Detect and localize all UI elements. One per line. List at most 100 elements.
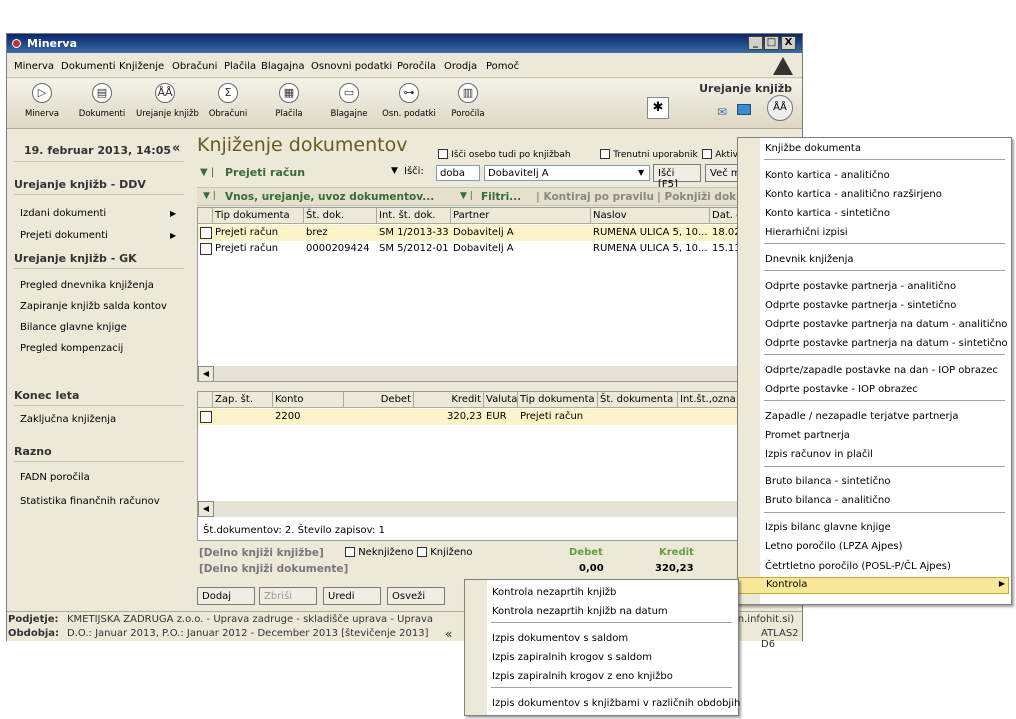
opt-search-users[interactable]: Išči osebo tudi po knjižbah <box>438 149 571 160</box>
row-checkbox[interactable] <box>200 411 212 423</box>
sidebar-item-fadn[interactable]: FADN poročila <box>20 472 90 483</box>
collapse-button[interactable]: « <box>172 141 180 156</box>
keyboard-icon[interactable] <box>737 104 751 115</box>
row-checkbox[interactable] <box>200 243 212 255</box>
column-header[interactable]: Partner <box>451 208 591 224</box>
menu-item[interactable]: Odprte postavke partnerja na datum - ana… <box>765 319 1007 330</box>
menu-item[interactable]: Izpis zapiralnih krogov z eno knjižbo <box>492 671 673 682</box>
column-header[interactable]: Int. št. dok. <box>377 208 451 224</box>
search-field-select[interactable]: doba <box>436 165 480 181</box>
menu-item[interactable]: Izpis bilanc glavne knjige <box>765 522 891 533</box>
menu-item[interactable]: Odprte postavke - IOP obrazec <box>765 384 918 395</box>
horizontal-scrollbar[interactable]: ◀ <box>198 501 741 517</box>
menu-item[interactable]: Konto kartica - analitično razširjeno <box>765 189 942 200</box>
menu-item[interactable]: Kontrola nezaprtih knjižb na datum <box>492 606 668 617</box>
column-header[interactable]: Kredit <box>414 392 484 408</box>
column-header[interactable]: Zap. št. <box>213 392 273 408</box>
menu-blagajna[interactable]: Blagajna <box>261 61 305 72</box>
maximize-button[interactable]: □ <box>764 36 779 50</box>
menu-item[interactable]: Promet partnerja <box>765 430 850 441</box>
sidebar-item-zakljucna[interactable]: Zaključna knjiženja <box>20 414 116 425</box>
column-header[interactable]: Tip dokumenta <box>213 208 304 224</box>
sidebar-item-statistika[interactable]: Statistika finančnih računov <box>20 496 160 507</box>
menu-item[interactable]: Bruto bilanca - analitično <box>765 495 890 506</box>
menu-item[interactable]: Dnevnik knjiženja <box>765 254 854 265</box>
menu-item[interactable]: Kontrola nezaprtih knjižb <box>492 587 616 598</box>
partial-post-entries[interactable]: [Delno knjiži knjižbe] <box>199 547 324 559</box>
toolbar-porocila[interactable]: ▥ Poročila <box>439 83 497 119</box>
menu-item[interactable]: Knjižbe dokumenta <box>765 143 861 154</box>
rule-action[interactable]: | Kontiraj po pravilu <box>536 191 654 203</box>
menu-item[interactable]: Izpis računov in plačil <box>765 449 873 460</box>
users-icon[interactable]: ÅÅ <box>767 95 793 121</box>
column-header[interactable]: Št. dokumenta <box>598 392 678 408</box>
refresh-button[interactable]: Osveži <box>387 587 445 605</box>
menu-item[interactable]: Letno poročilo (LPZA Ajpes) <box>765 541 903 552</box>
menu-item[interactable]: Izpis dokumentov s saldom <box>492 633 628 644</box>
toolbar-minerva[interactable]: ▷ Minerva <box>13 83 71 119</box>
title-bar[interactable]: Minerva _ □ X <box>7 34 802 53</box>
row-checkbox[interactable] <box>200 227 212 239</box>
menu-item[interactable]: Konto kartica - analitično <box>765 170 890 181</box>
entry-action[interactable]: Vnos, urejanje, uvoz dokumentov... <box>225 191 434 203</box>
toolbar-blagajne[interactable]: ▭ Blagajne <box>320 83 378 119</box>
checkbox[interactable] <box>345 547 355 557</box>
checkbox[interactable] <box>417 547 427 557</box>
search-input[interactable]: Dobavitelj A <box>484 165 650 181</box>
menu-item[interactable]: Hierarhični izpisi <box>765 227 848 238</box>
sidebar-item-zapiranje[interactable]: Zapiranje knjižb salda kontov <box>20 301 167 312</box>
column-header[interactable]: Valuta <box>484 392 518 408</box>
column-header[interactable]: Int.št.,ozna <box>678 392 741 408</box>
toolbar-osn-podatki[interactable]: ⊶ Osn. podatki <box>380 83 438 119</box>
opt-active[interactable]: Aktiv <box>702 149 738 160</box>
menu-obracuni[interactable]: Obračuni <box>172 61 217 72</box>
column-header[interactable]: Tip dokumenta <box>518 392 598 408</box>
table-row[interactable]: Prejeti račun 0000209424 SM 5/2012-01 Do… <box>198 241 741 257</box>
menu-placila[interactable]: Plačila <box>224 61 256 72</box>
mail-icon[interactable]: ✉ <box>717 105 727 119</box>
menu-osnovni-podatki[interactable]: Osnovni podatki <box>311 61 392 72</box>
column-header[interactable]: Št. dok. <box>304 208 377 224</box>
menu-item[interactable]: Zapadle / nezapadle terjatve partnerja <box>765 411 959 422</box>
column-header[interactable]: Debet <box>344 392 414 408</box>
toolbar-placila[interactable]: ▦ Plačila <box>260 83 318 119</box>
menu-pomoc[interactable]: Pomoč <box>486 61 519 72</box>
checkbox[interactable] <box>438 149 448 159</box>
table-row[interactable]: Prejeti račun brez SM 1/2013-33 Dobavite… <box>198 225 741 241</box>
menu-minerva[interactable]: Minerva <box>14 61 54 72</box>
add-button[interactable]: Dodaj <box>197 587 255 605</box>
sidebar-item-prejeti[interactable]: Prejeti dokumenti <box>20 230 108 241</box>
menu-dokumenti[interactable]: Dokumenti <box>61 61 116 72</box>
filter-posted[interactable]: Knjiženo <box>417 547 473 558</box>
toolbar-dokumenti[interactable]: ▤ Dokumenti <box>73 83 131 119</box>
menu-item[interactable]: Izpis dokumentov s knjižbami v različnih… <box>492 698 740 709</box>
close-button[interactable]: X <box>781 36 796 50</box>
search-button[interactable]: Išči [F5] <box>653 164 701 190</box>
menu-item[interactable]: Odprte postavke partnerja - analitično <box>765 281 956 292</box>
sidebar-item-kompenzacije[interactable]: Pregled kompenzacij <box>20 343 123 354</box>
horizontal-scrollbar[interactable]: ◀ <box>198 366 741 381</box>
menu-item[interactable]: Izpis zapiralnih krogov s saldom <box>492 652 652 663</box>
checkbox[interactable] <box>702 149 712 159</box>
sidebar-item-izdani[interactable]: Izdani dokumenti <box>20 208 106 219</box>
filter-unposted[interactable]: Neknjiženo <box>345 547 413 558</box>
opt-current-user[interactable]: Trenutni uporabnik <box>600 149 698 160</box>
menu-porocila[interactable]: Poročila <box>397 61 436 72</box>
column-header[interactable]: Naslov <box>591 208 710 224</box>
column-header[interactable]: Konto <box>273 392 344 408</box>
chevron-down-icon[interactable]: ▼ <box>638 168 644 177</box>
paw-icon[interactable]: ✱ <box>647 97 669 119</box>
edit-button[interactable]: Uredi <box>323 587 381 605</box>
menu-item[interactable]: Odprte postavke partnerja - sintetično <box>765 300 956 311</box>
menu-item[interactable]: Odprte/zapadle postavke na dan - IOP obr… <box>765 365 998 376</box>
minimize-button[interactable]: _ <box>748 36 763 50</box>
doc-type-selector[interactable]: Prejeti račun <box>225 166 305 179</box>
menu-knjizenje[interactable]: Knjiženje <box>119 61 164 72</box>
menu-item[interactable]: Odprte postavke partnerja na datum - sin… <box>765 338 1008 349</box>
scroll-left-icon[interactable]: ◀ <box>198 366 214 381</box>
partial-post-documents[interactable]: [Delno knjiži dokumente] <box>199 563 348 575</box>
menu-item[interactable]: Četrtletno poročilo (POSL-P/ČL Ajpes) <box>765 561 951 572</box>
menu-item[interactable]: Bruto bilanca - sintetično <box>765 476 891 487</box>
menu-item[interactable]: Kontrola <box>738 576 1009 594</box>
collapse-status-button[interactable]: « <box>445 627 452 641</box>
